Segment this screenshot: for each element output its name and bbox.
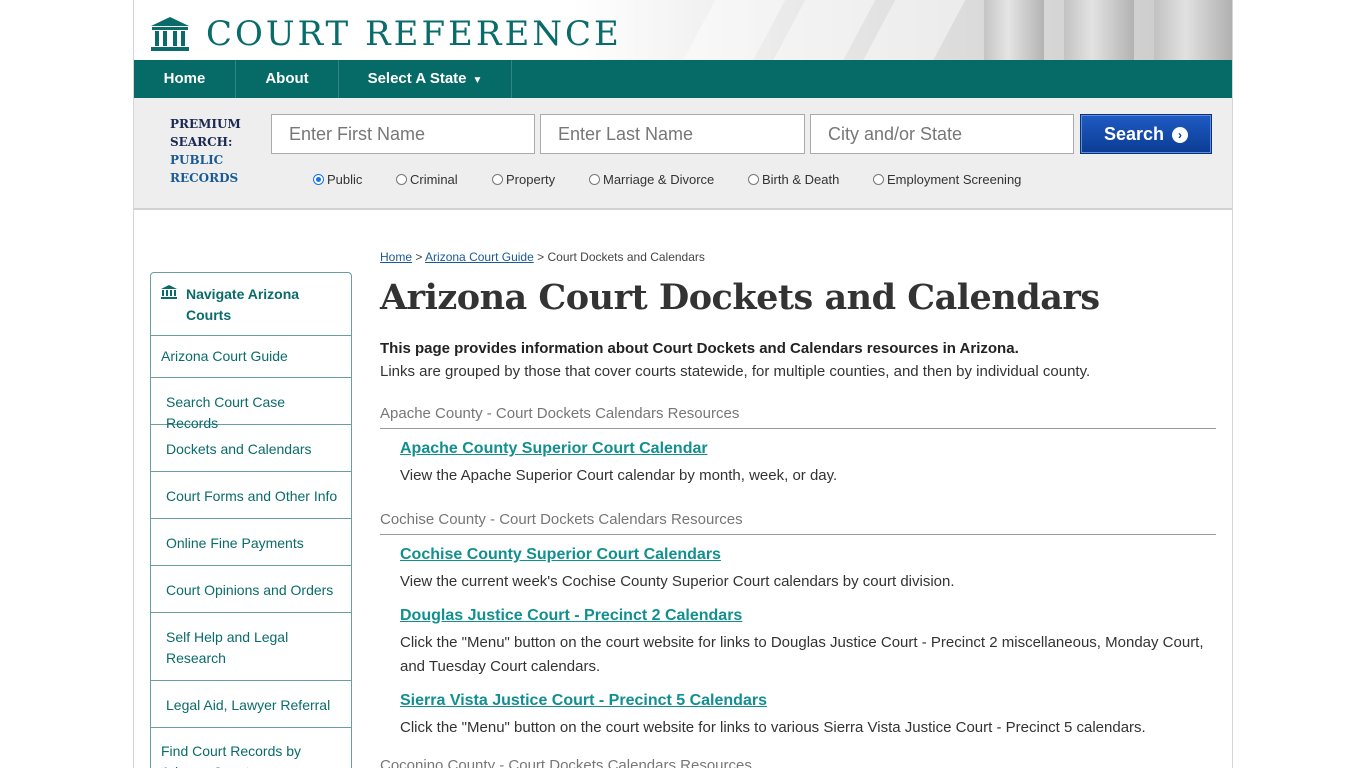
sidebar-heading-text: Navigate Arizona Courts <box>186 286 300 323</box>
site-logo-text[interactable]: COURT REFERENCE <box>206 14 622 54</box>
section-heading-cochise: Cochise County - Court Dockets Calendars… <box>380 510 1216 535</box>
resource-link[interactable]: Douglas Justice Court - Precinct 2 Calen… <box>400 605 742 627</box>
sidebar-item-search-records[interactable]: Search Court Case Records <box>151 378 351 431</box>
section-heading-apache: Apache County - Court Dockets Calendars … <box>380 404 1216 429</box>
breadcrumb-separator: > <box>415 250 423 264</box>
search-button[interactable]: Search › <box>1080 114 1212 154</box>
radio-button-icon[interactable] <box>396 174 407 185</box>
header-banner: COURT REFERENCE <box>134 0 1232 60</box>
radio-birth-death[interactable]: Birth & Death <box>748 172 839 188</box>
sidebar-item-court-guide[interactable]: Arizona Court Guide <box>151 336 351 378</box>
chevron-down-icon: ▼ <box>472 75 483 86</box>
main-nav: Home About Select A State ▼ <box>134 60 1232 98</box>
courthouse-icon[interactable] <box>150 16 190 52</box>
breadcrumb: Home > Arizona Court Guide > Court Docke… <box>380 249 705 265</box>
radio-public[interactable]: Public <box>313 172 362 188</box>
radio-label: Birth & Death <box>762 172 840 187</box>
sidebar-item-opinions-orders[interactable]: Court Opinions and Orders <box>151 566 351 613</box>
nav-home-label: Home <box>163 70 206 87</box>
page-container: COURT REFERENCE Home About Select A Stat… <box>133 0 1233 768</box>
premium-search-label: PREMIUM SEARCH: PUBLIC RECORDS <box>170 115 260 187</box>
sidebar-item-fine-payments[interactable]: Online Fine Payments <box>151 519 351 566</box>
resource-link[interactable]: Apache County Superior Court Calendar <box>400 438 708 460</box>
breadcrumb-current: Court Dockets and Calendars <box>547 250 705 264</box>
radio-label: Employment Screening <box>887 172 1022 187</box>
radio-label: Property <box>506 172 556 187</box>
radio-label: Public <box>327 172 363 187</box>
chevron-right-icon: › <box>1172 127 1189 143</box>
premium-search-bar: PREMIUM SEARCH: PUBLIC RECORDS Enter Fir… <box>134 98 1232 210</box>
intro-bold-text: This page provides information about Cou… <box>380 340 1019 357</box>
sidebar-nav: Navigate Arizona Courts Arizona Court Gu… <box>150 272 352 768</box>
resource-description: Click the "Menu" button on the court web… <box>400 634 1204 675</box>
premium-label-line: PUBLIC <box>170 153 224 167</box>
radio-label: Criminal <box>410 172 458 187</box>
premium-label-line: SEARCH: <box>170 135 233 149</box>
search-button-label: Search <box>1103 124 1165 144</box>
sidebar-item-legal-aid[interactable]: Legal Aid, Lawyer Referral <box>151 681 351 728</box>
page-title: Arizona Court Dockets and Calendars <box>380 277 1100 318</box>
nav-home[interactable]: Home <box>134 60 236 98</box>
radio-button-icon[interactable] <box>589 174 600 185</box>
radio-property[interactable]: Property <box>492 172 555 188</box>
resource-description: View the Apache Superior Court calendar … <box>400 467 838 484</box>
last-name-input[interactable]: Enter Last Name <box>540 114 805 154</box>
radio-button-icon[interactable] <box>492 174 503 185</box>
radio-button-icon[interactable] <box>748 174 759 185</box>
nav-about-label: About <box>265 70 309 87</box>
nav-select-state[interactable]: Select A State ▼ <box>339 60 512 98</box>
intro-text: Links are grouped by those that cover co… <box>380 363 1091 380</box>
sidebar-item-court-forms[interactable]: Court Forms and Other Info <box>151 472 351 519</box>
sidebar-heading: Navigate Arizona Courts <box>151 273 351 336</box>
sidebar-item-dockets-calendars[interactable]: Dockets and Calendars <box>151 425 351 472</box>
resource-link[interactable]: Sierra Vista Justice Court - Precinct 5 … <box>400 690 767 712</box>
sidebar-item-self-help[interactable]: Self Help and Legal Research <box>151 613 351 681</box>
section-heading-coconino: Coconino County - Court Dockets Calendar… <box>380 756 1216 768</box>
resource-description: View the current week's Cochise County S… <box>400 573 955 590</box>
premium-label-line: RECORDS <box>170 171 239 185</box>
radio-employment-screening[interactable]: Employment Screening <box>873 172 1021 188</box>
courthouse-icon <box>161 285 177 299</box>
radio-criminal[interactable]: Criminal <box>396 172 458 188</box>
breadcrumb-guide-link[interactable]: Arizona Court Guide <box>425 250 534 264</box>
breadcrumb-home-link[interactable]: Home <box>380 250 412 264</box>
radio-button-icon[interactable] <box>313 174 324 185</box>
nav-about[interactable]: About <box>236 60 339 98</box>
radio-button-icon[interactable] <box>873 174 884 185</box>
first-name-input[interactable]: Enter First Name <box>271 114 535 154</box>
radio-marriage-divorce[interactable]: Marriage & Divorce <box>589 172 714 188</box>
resource-description: Click the "Menu" button on the court web… <box>400 719 1146 736</box>
radio-label: Marriage & Divorce <box>603 172 715 187</box>
sidebar-item-county-records[interactable]: Find Court Records by Arizona County <box>151 728 351 768</box>
breadcrumb-separator: > <box>537 250 545 264</box>
city-state-input[interactable]: City and/or State <box>810 114 1074 154</box>
premium-label-line: PREMIUM <box>170 117 241 131</box>
nav-select-state-label: Select A State <box>367 70 467 87</box>
resource-link[interactable]: Cochise County Superior Court Calendars <box>400 544 721 566</box>
